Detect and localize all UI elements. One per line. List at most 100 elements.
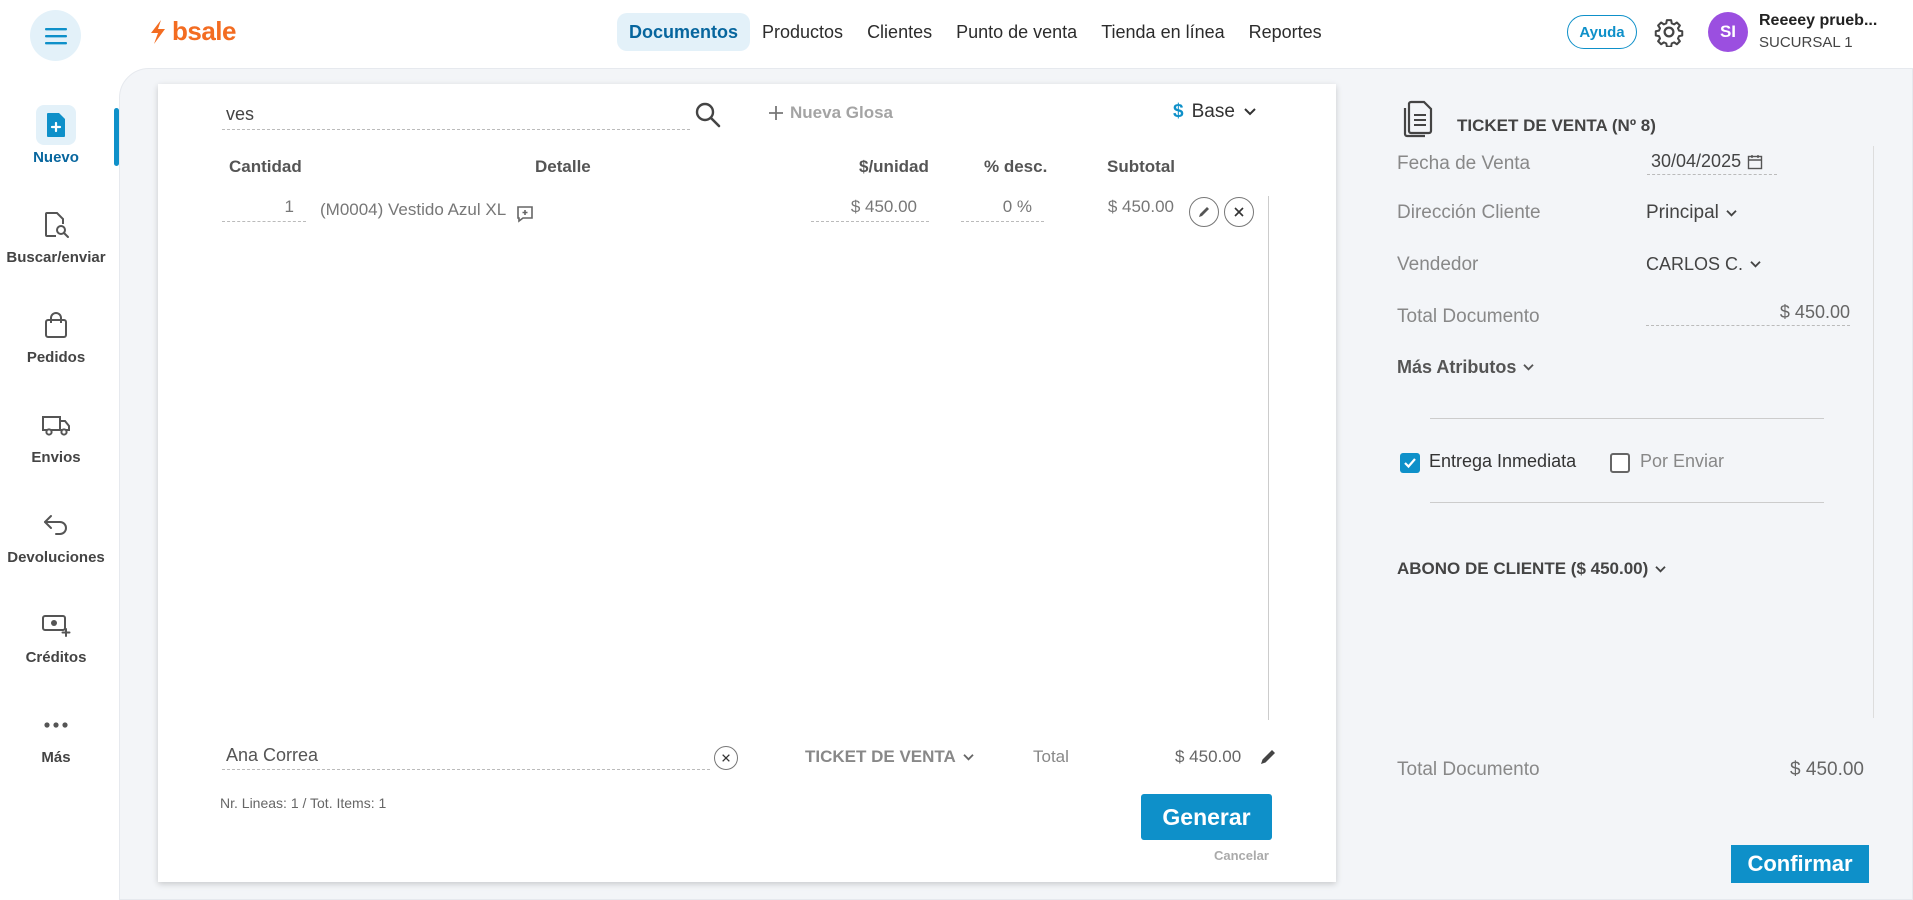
help-button[interactable]: Ayuda (1567, 15, 1637, 49)
add-comment-icon[interactable] (516, 205, 534, 223)
sidebar-item-envios[interactable]: Envios (0, 405, 112, 485)
sidebar-item-label: Más (41, 749, 71, 766)
hamburger-menu-button[interactable] (30, 10, 81, 61)
cancel-button[interactable]: Cancelar (1214, 848, 1269, 863)
chevron-down-icon (1750, 261, 1761, 268)
document-total-label: Total Documento (1397, 306, 1540, 327)
sidebar-item-nuevo[interactable]: Nuevo (0, 105, 112, 185)
clear-client-button[interactable] (714, 746, 738, 770)
summary-title: TICKET DE VENTA (Nº 8) (1457, 116, 1656, 135)
total-label: Total (1033, 747, 1069, 766)
nav-clientes[interactable]: Clientes (855, 13, 944, 51)
seller-label: Vendedor (1397, 254, 1479, 275)
document-total-value: $ 450.00 (1646, 300, 1850, 326)
immediate-delivery-label: Entrega Inmediata (1429, 451, 1577, 471)
generate-button[interactable]: Generar (1141, 794, 1272, 840)
price-list-select[interactable]: $ Base (1173, 101, 1257, 123)
nav-reportes[interactable]: Reportes (1237, 13, 1334, 51)
summary-divider (1873, 146, 1874, 718)
divider (1430, 418, 1824, 419)
check-icon (1404, 458, 1416, 469)
client-address-select[interactable]: Principal (1646, 202, 1738, 224)
close-icon (1234, 207, 1244, 217)
documents-icon (1403, 100, 1433, 138)
chevron-down-icon (1523, 364, 1534, 371)
sidebar-item-buscar-enviar[interactable]: Buscar/enviar (0, 205, 112, 285)
sidebar-item-pedidos[interactable]: Pedidos (0, 305, 112, 385)
truck-icon (42, 416, 70, 436)
client-field[interactable]: Ana Correa (222, 742, 710, 770)
top-bar: bsale Documentos Productos Clientes Punt… (0, 0, 1913, 64)
to-ship-label: Por Enviar (1640, 451, 1725, 471)
product-search (222, 100, 690, 130)
more-attributes-label: Más Atributos (1397, 357, 1517, 377)
gear-icon[interactable] (1654, 17, 1684, 47)
product-search-input[interactable] (222, 100, 690, 128)
sidebar-item-label: Nuevo (33, 149, 79, 166)
sidebar-item-creditos[interactable]: Créditos (0, 605, 112, 685)
line-qty-input[interactable]: 1 (222, 197, 306, 222)
new-gloss-label: Nueva Glosa (790, 103, 893, 122)
sidebar-item-label: Envios (31, 449, 81, 466)
user-name[interactable]: Reeeey prueb... (1759, 12, 1879, 30)
nav-tienda-en-linea[interactable]: Tienda en línea (1089, 13, 1236, 51)
nav-productos[interactable]: Productos (750, 13, 855, 51)
sale-date-value: 30/04/2025 (1651, 151, 1742, 171)
client-payment-toggle[interactable]: ABONO DE CLIENTE ($ 450.00) (1397, 559, 1667, 579)
cash-plus-icon (42, 615, 71, 637)
footer-total-value: $ 450.00 (1790, 759, 1864, 780)
seller-value: CARLOS C. (1646, 254, 1744, 274)
total-value: $ 450.00 (1175, 747, 1242, 766)
search-icon[interactable] (694, 101, 722, 129)
line-unit-price-input[interactable]: $ 450.00 (811, 197, 929, 222)
editor-divider (1268, 196, 1269, 720)
sidebar-item-devoluciones[interactable]: Devoluciones (0, 505, 112, 585)
pencil-icon[interactable] (1258, 747, 1278, 767)
chevron-down-icon (1726, 209, 1737, 217)
immediate-delivery-checkbox[interactable] (1400, 453, 1420, 473)
price-list-value: Base (1191, 101, 1235, 122)
pencil-icon (1199, 207, 1209, 217)
nav-punto-de-venta[interactable]: Punto de venta (944, 13, 1089, 51)
remove-line-button[interactable] (1224, 197, 1254, 227)
new-document-icon (47, 113, 65, 137)
nav-documentos[interactable]: Documentos (617, 13, 751, 51)
line-counts: Nr. Lineas: 1 / Tot. Items: 1 (220, 795, 387, 811)
sale-date-label: Fecha de Venta (1397, 153, 1531, 174)
brand-logo[interactable]: bsale (148, 16, 237, 47)
sidebar-item-label: Créditos (25, 649, 87, 666)
sidebar-item-mas[interactable]: Más (0, 705, 112, 785)
to-ship-checkbox[interactable] (1610, 453, 1630, 473)
shopping-bag-icon (45, 312, 67, 338)
more-dots-icon (44, 722, 68, 728)
column-header-subtotal: Subtotal (1107, 157, 1175, 176)
bsale-bolt-icon (151, 19, 165, 44)
chevron-down-icon (1244, 108, 1256, 116)
client-address-value: Principal (1646, 202, 1719, 223)
column-header-discount: % desc. (984, 157, 1048, 176)
user-avatar[interactable]: SI (1708, 12, 1748, 52)
seller-select[interactable]: CARLOS C. (1646, 254, 1762, 275)
return-arrow-icon (44, 515, 67, 535)
chevron-down-icon (1655, 565, 1666, 573)
column-header-qty: Cantidad (229, 157, 302, 176)
close-icon (722, 754, 730, 762)
document-type-select[interactable]: TICKET DE VENTA (805, 747, 975, 767)
chevron-down-icon (963, 753, 974, 761)
sidebar-item-label: Buscar/enviar (6, 249, 106, 266)
more-attributes-toggle[interactable]: Más Atributos (1397, 357, 1535, 378)
sale-date-field[interactable]: 30/04/2025 (1647, 149, 1777, 175)
currency-symbol: $ (1173, 101, 1184, 122)
brand-name: bsale (172, 16, 237, 46)
confirm-button[interactable]: Confirmar (1731, 845, 1869, 883)
line-discount-input[interactable]: 0 % (961, 197, 1044, 222)
sidebar-item-label: Pedidos (26, 349, 86, 366)
hamburger-icon (44, 27, 67, 44)
search-document-icon (45, 212, 69, 238)
line-detail: (M0004) Vestido Azul XL (320, 200, 507, 219)
line-subtotal: $ 450.00 (1107, 197, 1174, 216)
client-address-label: Dirección Cliente (1397, 202, 1541, 223)
new-gloss-button[interactable]: Nueva Glosa (768, 103, 893, 123)
edit-line-button[interactable] (1189, 197, 1219, 227)
main-nav: Documentos Productos Clientes Punto de v… (617, 13, 1334, 51)
